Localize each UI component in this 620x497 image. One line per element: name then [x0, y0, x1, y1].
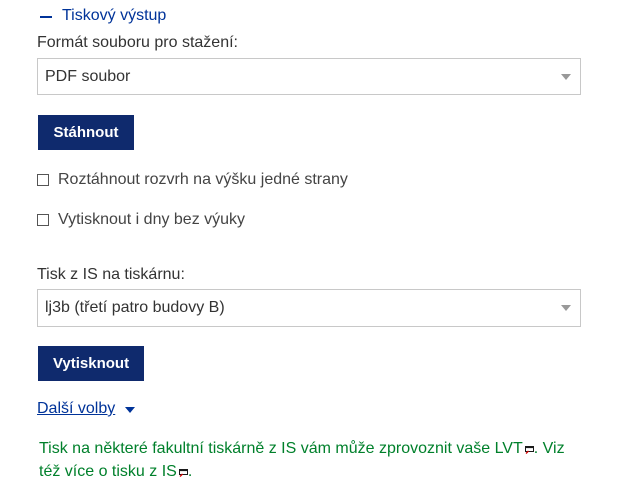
print-output-panel: Tiskový výstup Formát souboru pro stažen…: [0, 0, 620, 497]
more-options-label: Další volby: [37, 400, 116, 417]
format-select[interactable]: PDF soubor: [37, 58, 581, 95]
collapse-icon: [40, 15, 52, 18]
print-info-link[interactable]: více o tisku z IS: [65, 463, 188, 480]
section-toggle[interactable]: Tiskový výstup: [40, 7, 166, 25]
format-label: Formát souboru pro stažení:: [37, 34, 238, 51]
stretch-checkbox[interactable]: [37, 174, 49, 186]
stretch-option[interactable]: Roztáhnout rozvrh na výšku jedné strany: [37, 171, 348, 189]
external-link-icon: [178, 469, 188, 477]
download-button[interactable]: Stáhnout: [38, 115, 134, 150]
format-select-value: PDF soubor: [45, 67, 131, 85]
print-empty-days-checkbox[interactable]: [37, 214, 49, 226]
lvt-link[interactable]: LVT: [495, 440, 534, 457]
more-options-toggle[interactable]: Další volby: [37, 400, 136, 418]
print-button[interactable]: Vytisknout: [38, 346, 144, 381]
print-empty-days-label: Vytisknout i dny bez výuky: [58, 211, 246, 228]
printer-select[interactable]: lj3b (třetí patro budovy B): [37, 289, 581, 327]
printer-select-value: lj3b (třetí patro budovy B): [45, 299, 225, 316]
note-text-3: .: [187, 463, 193, 480]
note-text-1: Tisk na některé fakultní tiskárně z IS v…: [39, 440, 495, 457]
print-info-link-text: více o tisku z IS: [64, 463, 177, 480]
print-info-note: Tisk na některé fakultní tiskárně z IS v…: [39, 437, 589, 483]
chevron-down-icon: [561, 305, 571, 311]
stretch-label: Roztáhnout rozvrh na výšku jedné strany: [58, 171, 348, 188]
chevron-down-icon: [561, 74, 571, 80]
lvt-link-text: LVT: [494, 440, 523, 457]
external-link-icon: [524, 446, 534, 454]
printer-label: Tisk z IS na tiskárnu:: [37, 266, 185, 283]
print-empty-days-option[interactable]: Vytisknout i dny bez výuky: [37, 211, 245, 229]
section-title: Tiskový výstup: [62, 7, 167, 24]
caret-down-icon: [125, 407, 136, 413]
